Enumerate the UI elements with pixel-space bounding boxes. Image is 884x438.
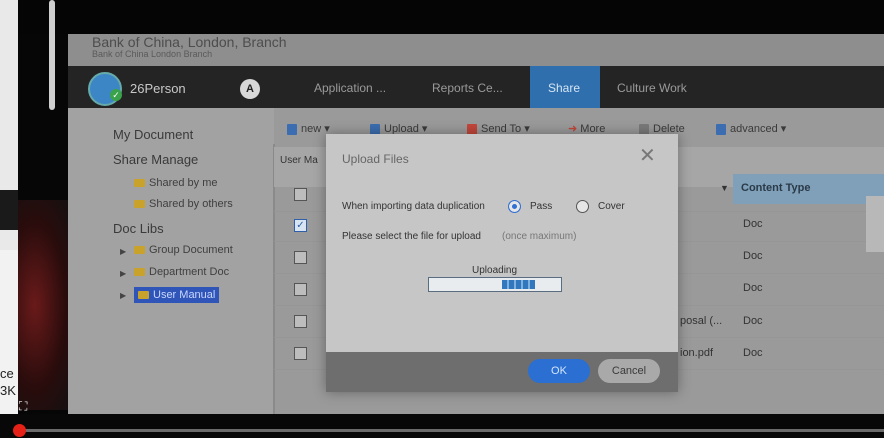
folder-icon bbox=[134, 268, 145, 277]
folder-icon bbox=[134, 246, 145, 255]
sidebar-item-doc-libs[interactable]: Doc Libs bbox=[113, 221, 164, 236]
sidebar-item-label: Group Document bbox=[149, 244, 233, 256]
folder-icon bbox=[134, 200, 145, 209]
new-button[interactable]: new ▾ bbox=[287, 120, 330, 138]
row-checkbox[interactable] bbox=[294, 188, 307, 201]
row-content-type: Doc bbox=[743, 282, 763, 294]
close-icon[interactable]: ✕ bbox=[639, 146, 656, 166]
row-content-type: Doc bbox=[743, 250, 763, 262]
column-user[interactable]: User Ma bbox=[280, 155, 318, 166]
expand-arrow-icon[interactable]: ▶ bbox=[120, 247, 126, 256]
row-checkbox[interactable] bbox=[294, 347, 307, 360]
nav-item-culture-work[interactable]: Culture Work bbox=[617, 81, 687, 95]
username[interactable]: 26Person bbox=[130, 81, 186, 96]
sidebar-item-my-document[interactable]: My Document bbox=[113, 127, 193, 142]
company-subtitle: Bank of China London Branch bbox=[92, 49, 213, 59]
row-content-type: Doc bbox=[743, 347, 763, 359]
sidebar-item-department-doc[interactable]: Department Doc bbox=[134, 266, 229, 278]
progress-fill bbox=[502, 280, 535, 289]
sidebar-item-label: Shared by me bbox=[149, 177, 218, 189]
app-screen: Bank of China, London, Branch Bank of Ch… bbox=[68, 34, 884, 414]
nav-item-reports[interactable]: Reports Ce... bbox=[432, 81, 503, 95]
upload-dialog: Upload Files ✕ When importing data dupli… bbox=[326, 134, 678, 392]
sidebar-item-shared-by-others[interactable]: Shared by others bbox=[134, 198, 233, 210]
row-checkbox[interactable]: ✓ bbox=[294, 219, 307, 232]
video-top-bar bbox=[0, 0, 884, 34]
select-file-label: Please select the file for upload bbox=[342, 231, 481, 242]
row-checkbox[interactable] bbox=[294, 315, 307, 328]
advanced-label: advanced bbox=[730, 123, 778, 135]
radio-cover[interactable] bbox=[576, 200, 589, 213]
new-label: new bbox=[301, 123, 322, 135]
row-file-name[interactable]: posal (... bbox=[680, 315, 722, 327]
strip-text-1: ce bbox=[0, 366, 14, 381]
sidebar-item-group-document[interactable]: Group Document bbox=[134, 244, 233, 256]
new-doc-icon bbox=[287, 123, 297, 135]
radio-cover-label[interactable]: Cover bbox=[598, 201, 625, 212]
upload-progress-bar bbox=[428, 277, 562, 292]
filter-icon bbox=[716, 123, 726, 135]
radio-pass[interactable] bbox=[508, 200, 521, 213]
trash-icon bbox=[639, 123, 649, 135]
expand-arrow-icon[interactable]: ▶ bbox=[120, 269, 126, 278]
strip-light-panel bbox=[0, 250, 18, 430]
sidebar-item-shared-by-me[interactable]: Shared by me bbox=[134, 177, 217, 189]
strip-dark-panel bbox=[0, 190, 18, 230]
nav-item-application[interactable]: Application ... bbox=[314, 81, 386, 95]
dialog-title: Upload Files bbox=[342, 152, 409, 166]
nav-item-share[interactable]: Share bbox=[548, 81, 580, 95]
cancel-button[interactable]: Cancel bbox=[598, 359, 660, 383]
radio-pass-label[interactable]: Pass bbox=[530, 201, 552, 212]
page-scrollbar[interactable] bbox=[49, 0, 55, 110]
sidebar-item-user-manual[interactable]: User Manual bbox=[134, 287, 220, 303]
sidebar-item-share-manage[interactable]: Share Manage bbox=[113, 152, 198, 167]
strip-text-2: 3K bbox=[0, 383, 16, 398]
uploading-label: Uploading bbox=[472, 265, 518, 276]
left-video-strip: ce 3K s bbox=[0, 0, 18, 438]
fullscreen-icon[interactable]: ⛶ bbox=[19, 399, 27, 414]
background-glow bbox=[18, 200, 74, 410]
expand-arrow-icon[interactable]: ▶ bbox=[120, 291, 126, 300]
video-controls-bar bbox=[0, 414, 884, 438]
sidebar-item-label: Department Doc bbox=[149, 266, 230, 278]
video-side-thumbnail[interactable] bbox=[866, 196, 884, 252]
sidebar-item-label: Shared by others bbox=[149, 198, 233, 210]
sidebar-item-label: User Manual bbox=[153, 289, 216, 301]
row-content-type: Doc bbox=[743, 218, 763, 230]
row-file-name[interactable]: ion.pdf bbox=[680, 347, 713, 359]
send-icon bbox=[467, 123, 477, 135]
row-checkbox[interactable] bbox=[294, 283, 307, 296]
ok-button[interactable]: OK bbox=[528, 359, 590, 383]
seek-handle[interactable] bbox=[13, 424, 26, 437]
company-title: Bank of China, London, Branch bbox=[92, 34, 287, 50]
folder-icon bbox=[138, 291, 149, 300]
row-content-type: Doc bbox=[743, 315, 763, 327]
advanced-button[interactable]: advanced ▾ bbox=[716, 120, 786, 138]
app-a-icon[interactable]: A bbox=[240, 79, 260, 99]
status-badge: ✓ bbox=[110, 89, 122, 101]
row-checkbox[interactable] bbox=[294, 251, 307, 264]
once-maximum-note: (once maximum) bbox=[502, 231, 577, 242]
folder-icon bbox=[134, 179, 145, 188]
upload-icon bbox=[370, 123, 380, 135]
duplication-label: When importing data duplication bbox=[342, 201, 485, 212]
seek-bar[interactable] bbox=[18, 429, 884, 432]
